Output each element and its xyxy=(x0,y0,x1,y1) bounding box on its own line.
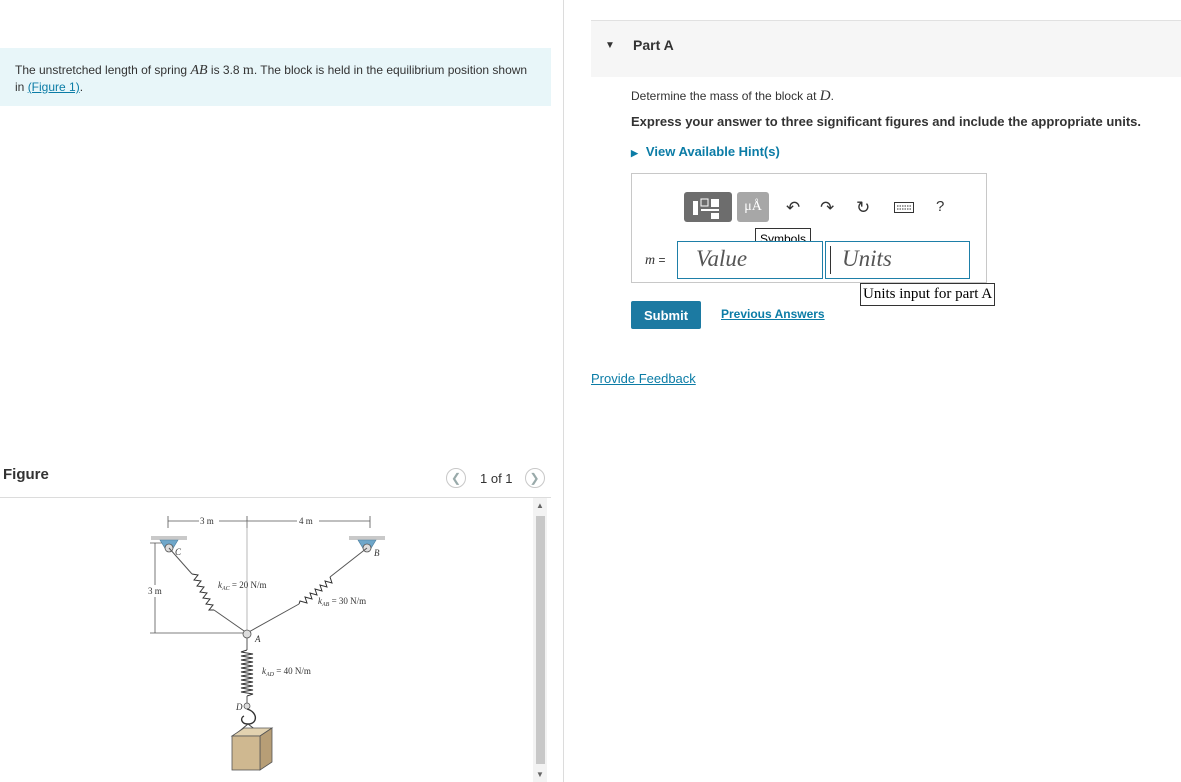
problem-text-mid: is 3.8 xyxy=(207,63,243,77)
part-title: Part A xyxy=(633,37,674,53)
label-b: B xyxy=(374,548,380,558)
problem-period: . xyxy=(79,80,84,94)
answer-box: μÅ ↶ ↷ ↻ ? Symbols m = Value Units xyxy=(631,173,987,283)
unit-m: m xyxy=(242,63,254,78)
figure-link[interactable]: (Figure 1) xyxy=(28,80,80,94)
previous-answers-link[interactable]: Previous Answers xyxy=(721,307,825,321)
units-tooltip: Units input for part A xyxy=(860,283,996,306)
scroll-up-icon[interactable]: ▲ xyxy=(533,501,547,510)
collapse-triangle-icon[interactable]: ▼ xyxy=(605,40,615,51)
k-ad-label: kAD = 40 N/m xyxy=(262,666,311,678)
answer-variable-label: m = xyxy=(645,253,665,269)
label-d: D xyxy=(235,702,243,712)
var-ab: AB xyxy=(190,63,208,78)
templates-button[interactable] xyxy=(684,192,732,222)
templates-icon xyxy=(693,198,719,219)
question-text: Determine the mass of the block at D. xyxy=(631,88,834,105)
question-text-after: . xyxy=(830,89,834,103)
reset-icon[interactable]: ↻ xyxy=(856,198,870,218)
dim-3m-top: 3 m xyxy=(200,516,214,526)
chevron-left-icon: ❮ xyxy=(450,471,462,485)
value-input[interactable]: Value xyxy=(677,241,823,279)
units-placeholder: Units xyxy=(842,246,892,271)
question-text-before: Determine the mass of the block at xyxy=(631,89,820,103)
figure-scrollbar[interactable]: ▲ ▼ xyxy=(533,498,547,782)
symbols-glyph: μÅ xyxy=(744,199,762,214)
spring-ad xyxy=(240,638,254,705)
right-panel: ▼ Part A Determine the mass of the block… xyxy=(565,0,1181,782)
hook xyxy=(240,708,257,725)
var-m: m xyxy=(645,253,656,268)
support-c xyxy=(151,536,187,540)
keyboard-icon[interactable] xyxy=(894,199,914,219)
part-a-header[interactable]: ▼ Part A xyxy=(591,20,1181,77)
spring-system-diagram: 3 m 4 m 3 m C B kAC = 20 N/m kAB = 30 N/… xyxy=(146,515,385,771)
equals-sign: = xyxy=(655,253,666,267)
block-d xyxy=(230,727,274,771)
next-figure-button[interactable]: ❯ xyxy=(524,468,545,488)
point-d xyxy=(243,702,251,710)
left-panel: The unstretched length of spring AB is 3… xyxy=(0,0,565,782)
support-b xyxy=(349,536,385,540)
label-a: A xyxy=(254,634,261,644)
text-caret xyxy=(830,246,831,274)
prev-figure-button[interactable]: ❮ xyxy=(446,468,466,488)
pager-text: 1 of 1 xyxy=(480,470,513,486)
instruction-text: Express your answer to three significant… xyxy=(631,114,1141,129)
dim-3m-side: 3 m xyxy=(148,586,162,596)
panel-divider xyxy=(563,0,564,782)
scroll-down-icon[interactable]: ▼ xyxy=(533,770,547,779)
spring-ac xyxy=(168,547,248,634)
provide-feedback-link[interactable]: Provide Feedback xyxy=(591,371,696,386)
dim-4m-top: 4 m xyxy=(299,516,313,526)
chevron-right-icon: ❯ xyxy=(529,471,540,485)
figure-image: 3 m 4 m 3 m C B kAC = 20 N/m kAB = 30 N/… xyxy=(0,498,532,782)
figure-title: Figure xyxy=(3,466,49,483)
undo-icon[interactable]: ↶ xyxy=(786,198,800,218)
problem-text: The unstretched length of spring xyxy=(15,63,191,77)
redo-icon[interactable]: ↷ xyxy=(820,198,834,218)
scroll-thumb[interactable] xyxy=(536,516,545,764)
problem-statement: The unstretched length of spring AB is 3… xyxy=(0,48,551,106)
k-ab-label: kAB = 30 N/m xyxy=(318,596,366,608)
question-var: D xyxy=(819,88,831,104)
hint-label: View Available Hint(s) xyxy=(645,144,780,159)
caret-right-icon: ▶ xyxy=(631,148,638,158)
units-input[interactable]: Units xyxy=(825,241,970,279)
k-ac-label: kAC = 20 N/m xyxy=(218,580,267,592)
view-hints-link[interactable]: ▶ View Available Hint(s) xyxy=(631,144,780,159)
spring-ab xyxy=(246,547,368,634)
help-icon[interactable]: ? xyxy=(936,198,944,215)
joint-a xyxy=(242,629,252,639)
figure-pager: ❮ 1 of 1 ❯ xyxy=(446,467,545,489)
submit-button[interactable]: Submit xyxy=(631,301,701,329)
symbols-button[interactable]: μÅ xyxy=(737,192,769,222)
keyboard-svg xyxy=(894,202,914,213)
